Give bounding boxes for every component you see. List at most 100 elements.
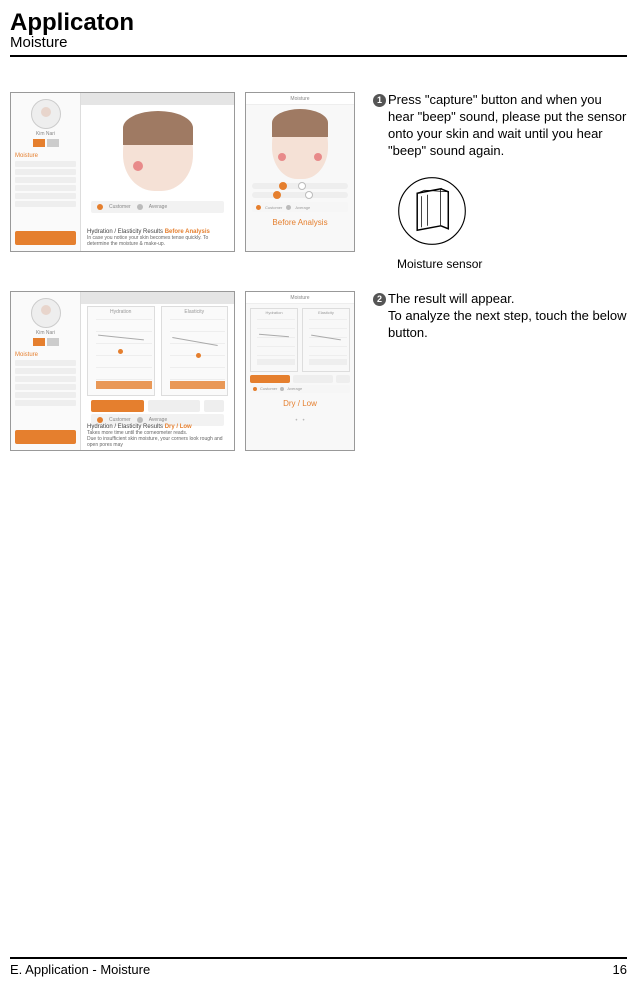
chart-elasticity: Elasticity — [161, 306, 229, 396]
sidebar-item — [15, 161, 76, 167]
page-footer: E. Application - Moisture 16 — [10, 957, 627, 977]
sidebar-username: Kim Nari — [11, 330, 80, 336]
instruction-2: 2 The result will appear. To analyze the… — [373, 291, 627, 342]
legend-dot-customer — [97, 204, 103, 210]
footer-section: E. Application - Moisture — [10, 962, 150, 977]
sidebar-item — [15, 185, 76, 191]
phone-legend: Customer Average — [252, 202, 348, 212]
phone-chart-label-elasticity: Elasticity — [303, 310, 349, 315]
legend-row — [91, 400, 224, 412]
sidebar-tabs — [11, 139, 80, 147]
sidebar-tabs — [11, 338, 80, 346]
sidebar-tab-active — [33, 338, 45, 346]
phone-body: Hydration Elasticity Customer Averag — [246, 304, 354, 450]
step-badge-2: 2 — [373, 293, 386, 306]
phone-charts: Hydration Elasticity — [250, 308, 350, 372]
screenshot-group-2: Kim Nari Moisture — [10, 291, 355, 451]
chart-area: Hydration Elasticity — [87, 306, 228, 396]
phone-legend-average: Average — [287, 386, 302, 391]
phone-legend-customer: Customer — [265, 205, 282, 210]
header-rule — [10, 55, 627, 57]
page-header: Applicaton Moisture — [10, 10, 627, 57]
results-subtext-2: Due to insufficient skin moisture, your … — [87, 436, 228, 448]
phone-chart-elasticity: Elasticity — [302, 308, 350, 372]
footer-rule — [10, 957, 627, 959]
sensor-figure: Moisture sensor — [395, 174, 627, 271]
desktop-screenshot-result: Kim Nari Moisture — [10, 291, 235, 451]
avatar — [31, 99, 61, 129]
chart-hydration: Hydration — [87, 306, 155, 396]
phone-screenshot-result: Moisture Hydration Elasticity — [245, 291, 355, 451]
step-text-2: The result will appear. To analyze the n… — [388, 291, 627, 342]
phone-pager-dots: • • — [246, 418, 354, 424]
step-row-1: Kim Nari Moisture — [10, 92, 627, 271]
app-sidebar: Kim Nari Moisture — [11, 93, 81, 251]
instruction-1: 1 Press "capture" button and when you he… — [373, 92, 627, 271]
phone-legend-average: Average — [295, 205, 310, 210]
moisture-sensor-icon — [395, 174, 469, 248]
step-text-2b: To analyze the next step, touch the belo… — [388, 308, 627, 340]
phone-body: Customer Average Before Analysis — [246, 105, 354, 251]
sidebar-cta-button — [15, 231, 76, 245]
step-badge-1: 1 — [373, 94, 386, 107]
phone-legend: Customer Average — [250, 385, 350, 393]
sidebar-item — [15, 360, 76, 366]
phone-chart-hydration: Hydration — [250, 308, 298, 372]
results-subtext: In case you notice your skin becomes ten… — [87, 235, 228, 247]
step-row-2: Kim Nari Moisture — [10, 291, 627, 451]
sidebar-item — [15, 368, 76, 374]
desktop-screenshot-before: Kim Nari Moisture — [10, 92, 235, 252]
phone-status-dry: Dry / Low — [246, 399, 354, 408]
legend-bar: Customer Average — [91, 201, 224, 213]
sidebar-section-title: Moisture — [15, 352, 76, 358]
legend-customer: Customer — [109, 417, 131, 423]
sidebar-cta-button — [15, 430, 76, 444]
legend-customer: Customer — [109, 204, 131, 210]
face-preview — [87, 107, 228, 197]
app-topbar — [81, 93, 234, 105]
legend-dot-average — [137, 204, 143, 210]
sidebar-item — [15, 201, 76, 207]
app-main: Customer Average Hydration / Elasticity … — [81, 93, 234, 251]
sidebar-tab-active — [33, 139, 45, 147]
legend-average: Average — [149, 204, 168, 210]
sidebar-item — [15, 400, 76, 406]
results-block: Hydration / Elasticity Results Before An… — [87, 229, 228, 247]
page-subtitle: Moisture — [10, 34, 627, 51]
sensor-caption: Moisture sensor — [397, 257, 627, 271]
step-text-2a: The result will appear. — [388, 291, 514, 306]
chart-label-hydration: Hydration — [88, 309, 154, 315]
app-sidebar: Kim Nari Moisture — [11, 292, 81, 450]
sidebar-item — [15, 169, 76, 175]
sidebar-item — [15, 177, 76, 183]
chart-label-elasticity: Elasticity — [162, 309, 228, 315]
phone-chart-label-hydration: Hydration — [251, 310, 297, 315]
app-main: Hydration Elasticity — [81, 292, 234, 450]
phone-sliders — [252, 183, 348, 198]
phone-legend-customer: Customer — [260, 386, 277, 391]
phone-status-before: Before Analysis — [246, 218, 354, 227]
legend-dot-customer — [97, 417, 103, 423]
app-topbar — [81, 292, 234, 304]
phone-title: Moisture — [246, 93, 354, 105]
results-block: Hydration / Elasticity Results Dry / Low… — [87, 424, 228, 448]
phone-face — [272, 109, 328, 179]
sidebar-item — [15, 384, 76, 390]
sidebar-item — [15, 376, 76, 382]
page-title: Applicaton — [10, 10, 627, 36]
sidebar-username: Kim Nari — [11, 131, 80, 137]
phone-title: Moisture — [246, 292, 354, 304]
sidebar-tab-inactive — [47, 338, 59, 346]
phone-pill-row — [250, 375, 350, 383]
avatar — [31, 298, 61, 328]
sidebar-item — [15, 193, 76, 199]
step-text-1: Press "capture" button and when you hear… — [388, 92, 627, 160]
legend-dot-average — [137, 417, 143, 423]
legend-average: Average — [149, 417, 168, 423]
sidebar-item — [15, 392, 76, 398]
footer-page-number: 16 — [613, 962, 627, 977]
screenshot-group-1: Kim Nari Moisture — [10, 92, 355, 252]
sidebar-section-title: Moisture — [15, 153, 76, 159]
phone-screenshot-before: Moisture Customer Average — [245, 92, 355, 252]
sidebar-tab-inactive — [47, 139, 59, 147]
